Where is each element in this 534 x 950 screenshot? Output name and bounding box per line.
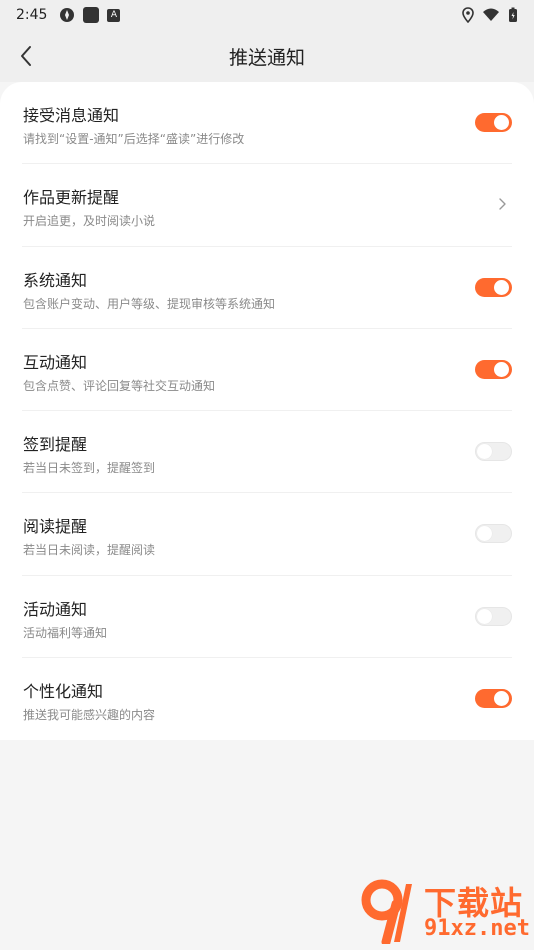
chevron-right-icon[interactable]	[494, 196, 510, 212]
watermark-en-text: 91xz.net	[424, 916, 530, 941]
toggle-system[interactable]	[475, 277, 512, 297]
toggle-knob	[494, 691, 509, 707]
setting-row-interaction: 互动通知 包含点赞、评论回复等社交互动通知	[22, 329, 512, 412]
chevron-left-icon	[21, 46, 31, 66]
setting-subtitle: 包含账户变动、用户等级、提现审核等系统通知	[23, 296, 276, 311]
square-notification-icon	[83, 7, 100, 23]
toggle-knob	[477, 526, 492, 542]
toggle-knob	[477, 444, 492, 460]
setting-title: 系统通知	[23, 270, 88, 290]
setting-subtitle: 请找到“设置-通知”后选择“盛读”进行修改	[23, 132, 245, 146]
battery-icon	[509, 7, 517, 22]
setting-row-activity: 活动通知 活动福利等通知	[22, 576, 512, 659]
status-icons-left: A	[59, 7, 121, 23]
toggle-activity[interactable]	[475, 606, 512, 626]
setting-row-system: 系统通知 包含账户变动、用户等级、提现审核等系统通知	[22, 247, 512, 329]
back-button[interactable]	[10, 40, 42, 72]
a-notification-icon: A	[107, 8, 121, 22]
setting-subtitle: 包含点赞、评论回复等社交互动通知	[23, 378, 216, 393]
wifi-icon	[483, 8, 499, 21]
watermark-logo-icon	[361, 879, 412, 944]
toggle-interaction[interactable]	[475, 359, 512, 379]
setting-row-checkin: 签到提醒 若当日未签到，提醒签到	[22, 411, 512, 494]
toggle-knob	[494, 115, 509, 130]
setting-title: 签到提醒	[23, 435, 88, 455]
app-notification-icon	[60, 8, 75, 22]
setting-row-accept-messages: 接受消息通知 请找到“设置-通知”后选择“盛读”进行修改	[22, 82, 512, 165]
setting-row-work-updates[interactable]: 作品更新提醒 开启追更，及时阅读小说	[22, 164, 512, 247]
setting-subtitle: 活动福利等通知	[23, 625, 108, 640]
toggle-knob	[494, 361, 509, 377]
toggle-checkin[interactable]	[475, 442, 512, 462]
setting-title: 接受消息通知	[23, 106, 120, 125]
status-time: 2:45	[16, 7, 48, 23]
setting-title: 活动通知	[23, 599, 88, 619]
setting-subtitle: 若当日未阅读，提醒阅读	[23, 543, 156, 558]
toggle-personalized[interactable]	[475, 689, 512, 709]
setting-title: 作品更新提醒	[23, 188, 120, 208]
setting-title: 互动通知	[23, 352, 88, 372]
setting-title: 阅读提醒	[23, 517, 88, 537]
toggle-knob	[477, 608, 492, 624]
header: 推送通知	[0, 30, 534, 82]
setting-title: 个性化通知	[23, 682, 104, 702]
setting-row-personalized: 个性化通知 推送我可能感兴趣的内容	[22, 658, 512, 740]
settings-list: 接受消息通知 请找到“设置-通知”后选择“盛读”进行修改 作品更新提醒 开启追更…	[0, 82, 534, 740]
setting-subtitle: 若当日未签到，提醒签到	[23, 461, 156, 476]
setting-row-reading: 阅读提醒 若当日未阅读，提醒阅读	[22, 493, 512, 576]
page-title: 推送通知	[228, 46, 305, 69]
status-bar: 2:45 A	[0, 0, 534, 30]
watermark: 下载站 91xz.net	[360, 878, 530, 946]
setting-subtitle: 推送我可能感兴趣的内容	[23, 708, 156, 723]
location-icon	[462, 7, 474, 23]
status-icons-right	[462, 7, 518, 23]
setting-subtitle: 开启追更，及时阅读小说	[23, 214, 156, 229]
toggle-accept-messages[interactable]	[475, 113, 512, 132]
toggle-reading[interactable]	[475, 524, 512, 544]
toggle-knob	[494, 279, 509, 295]
